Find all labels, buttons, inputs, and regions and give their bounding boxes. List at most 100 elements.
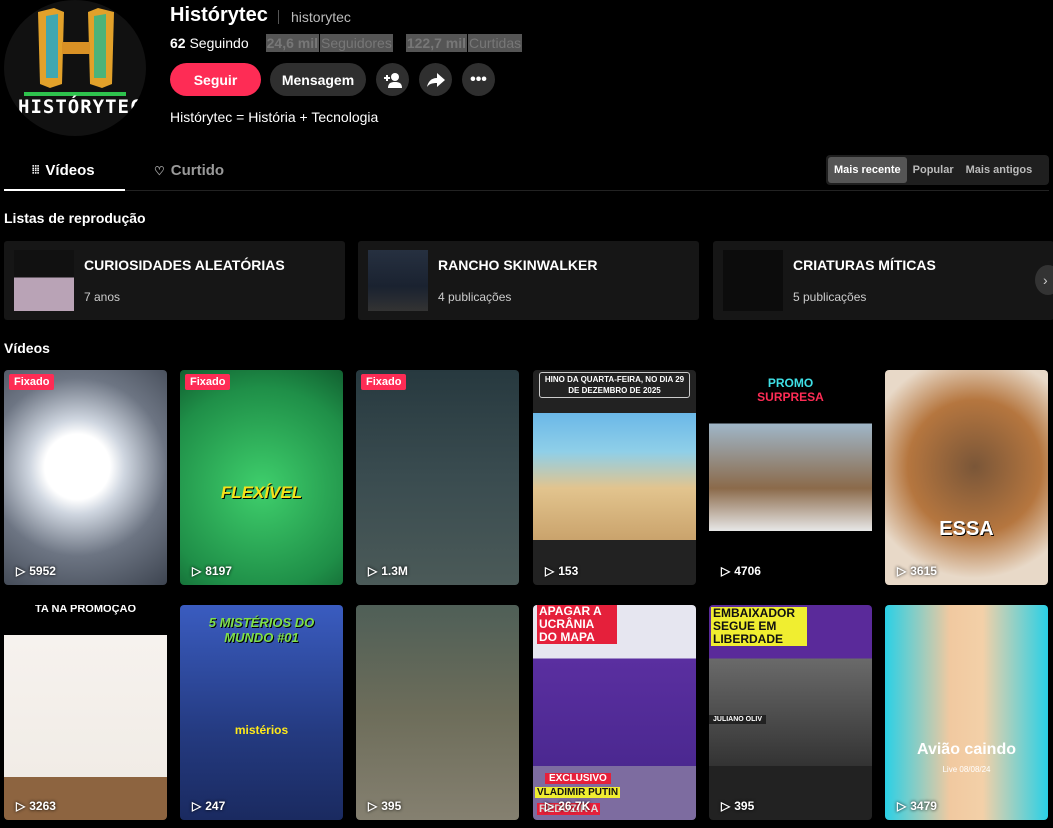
play-icon: ▷ — [545, 799, 555, 813]
video-card[interactable]: ESSA ▷ 3615 — [885, 370, 1048, 585]
video-caption: EMBAIXADOR SEGUE EM LIBERDADE — [711, 607, 807, 646]
video-caption: JULIANO OLIV — [709, 715, 767, 724]
view-count-value: 3263 — [29, 799, 56, 813]
video-caption: EXCLUSIVO — [545, 773, 611, 784]
playlist-card[interactable]: RANCHO SKINWALKER 4 publicações — [358, 241, 699, 320]
likes-label: Curtidas — [468, 34, 523, 52]
following-label[interactable]: Seguindo — [189, 35, 248, 51]
view-count: ▷ 26,7K — [545, 799, 590, 813]
video-caption: APAGAR A UCRÂNIA DO MAPA — [537, 605, 617, 644]
playlist-title: CRIATURAS MÍTICAS — [793, 257, 936, 273]
video-caption: mistérios — [234, 723, 289, 737]
heart-lock-icon: ♡ — [154, 163, 165, 178]
add-friend-button[interactable] — [376, 63, 409, 96]
view-count: ▷ 4706 — [721, 564, 761, 578]
sort-oldest[interactable]: Mais antigos — [960, 157, 1039, 183]
view-count: ▷ 395 — [368, 799, 401, 813]
view-count: ▷ 5952 — [16, 564, 56, 578]
video-card[interactable]: FLEXÍVEL Fixado ▷ 8197 — [180, 370, 343, 585]
view-count: ▷ 247 — [192, 799, 225, 813]
play-icon: ▷ — [16, 564, 26, 578]
view-count-value: 3615 — [910, 564, 937, 578]
video-caption: Live 08/08/24 — [942, 765, 991, 774]
chevron-right-icon: › — [1043, 272, 1048, 288]
video-card[interactable]: PROMO SURPRESA ▷ 4706 — [709, 370, 872, 585]
view-count-value: 3479 — [910, 799, 937, 813]
following-count[interactable]: 62 — [170, 35, 186, 51]
play-icon: ▷ — [897, 799, 907, 813]
play-icon: ▷ — [16, 799, 26, 813]
followers-count[interactable]: 24,6 mil — [265, 34, 320, 52]
videos-heading: Vídeos — [4, 340, 50, 356]
view-count: ▷ 3263 — [16, 799, 56, 813]
video-card[interactable]: Fixado ▷ 1.3M — [356, 370, 519, 585]
playlist-title: RANCHO SKINWALKER — [438, 257, 598, 273]
pinned-badge: Fixado — [9, 374, 55, 390]
divider — [278, 10, 279, 24]
video-caption: Avião caindo — [917, 741, 1016, 758]
video-caption: PROMO — [767, 376, 814, 390]
sort-latest[interactable]: Mais recente — [828, 157, 907, 183]
playlist-thumbnail — [14, 250, 74, 311]
profile-bio: Histórytec = História + Tecnologia — [170, 109, 379, 125]
view-count-value: 26,7K — [558, 799, 591, 813]
video-card[interactable]: APAGAR A UCRÂNIA DO MAPA EXCLUSIVO VLADIMI… — [533, 605, 696, 820]
video-card[interactable]: 5 MISTÉRIOS DO MUNDO #01 mistérios ▷ 247 — [180, 605, 343, 820]
view-count-value: 5952 — [29, 564, 56, 578]
view-count: ▷ 153 — [545, 564, 578, 578]
message-button[interactable]: Mensagem — [270, 63, 366, 96]
play-icon: ▷ — [897, 564, 907, 578]
view-count: ▷ 3479 — [897, 799, 937, 813]
ellipsis-icon: ••• — [470, 70, 487, 88]
view-count: ▷ 8197 — [192, 564, 232, 578]
tab-videos[interactable]: ⦙⦙⦙ Vídeos — [32, 162, 95, 179]
avatar[interactable]: HISTÓRYTEC — [4, 0, 146, 136]
view-count: ▷ 1.3M — [368, 564, 408, 578]
follow-button[interactable]: Seguir — [170, 63, 261, 96]
view-count: ▷ 3615 — [897, 564, 937, 578]
pinned-badge: Fixado — [361, 374, 407, 390]
video-card[interactable]: Fixado ▷ 5952 — [4, 370, 167, 585]
tab-liked[interactable]: ♡ Curtido — [154, 162, 224, 179]
view-count-value: 395 — [734, 799, 755, 813]
play-icon: ▷ — [721, 564, 731, 578]
playlist-thumbnail — [723, 250, 783, 311]
video-caption: TA NA PROMOÇÃO — [34, 605, 137, 615]
video-caption: 5 MISTÉRIOS DO MUNDO #01 — [208, 615, 315, 645]
pinned-badge: Fixado — [185, 374, 231, 390]
video-caption: HINO DA QUARTA-FEIRA, NO DIA 29 DE DEZEM… — [539, 372, 690, 398]
person-plus-icon — [383, 72, 402, 88]
view-count-value: 247 — [205, 799, 226, 813]
profile-handle: historytec — [291, 9, 351, 25]
playlist-subtitle: 7 anos — [84, 290, 121, 304]
playlist-card[interactable]: CRIATURAS MÍTICAS 5 publicações — [713, 241, 1053, 320]
playlist-subtitle: 5 publicações — [793, 290, 867, 304]
playlist-card[interactable]: CURIOSIDADES ALEATÓRIAS 7 anos — [4, 241, 345, 320]
view-count-value: 395 — [381, 799, 402, 813]
video-caption: FLEXÍVEL — [220, 483, 303, 502]
tab-label: Curtido — [170, 162, 225, 179]
video-card[interactable]: Avião caindo Live 08/08/24 ▷ 3479 — [885, 605, 1048, 820]
video-card[interactable]: TA NA PROMOÇÃO ▷ 3263 — [4, 605, 167, 820]
share-arrow-icon — [426, 72, 445, 87]
view-count-value: 153 — [558, 564, 579, 578]
share-button[interactable] — [419, 63, 452, 96]
play-icon: ▷ — [545, 564, 555, 578]
sort-selector: Mais recente Popular Mais antigos — [826, 155, 1049, 185]
view-count-value: 1.3M — [381, 564, 408, 578]
sort-popular[interactable]: Popular — [907, 157, 960, 183]
playlist-thumbnail — [368, 250, 428, 311]
video-card[interactable]: EMBAIXADOR SEGUE EM LIBERDADE JULIANO OLI… — [709, 605, 872, 820]
play-icon: ▷ — [192, 799, 202, 813]
more-button[interactable]: ••• — [462, 63, 495, 96]
play-icon: ▷ — [368, 564, 378, 578]
video-caption: ESSA — [939, 518, 994, 540]
play-icon: ▷ — [721, 799, 731, 813]
video-card[interactable]: ▷ 395 — [356, 605, 519, 820]
likes-count: 122,7 mil — [405, 34, 467, 52]
grid-icon: ⦙⦙⦙ — [32, 164, 40, 176]
playlist-subtitle: 4 publicações — [438, 290, 512, 304]
video-card[interactable]: HINO DA QUARTA-FEIRA, NO DIA 29 DE DEZEM… — [533, 370, 696, 585]
followers-label[interactable]: Seguidores — [320, 34, 393, 52]
tab-label: Vídeos — [45, 162, 95, 179]
